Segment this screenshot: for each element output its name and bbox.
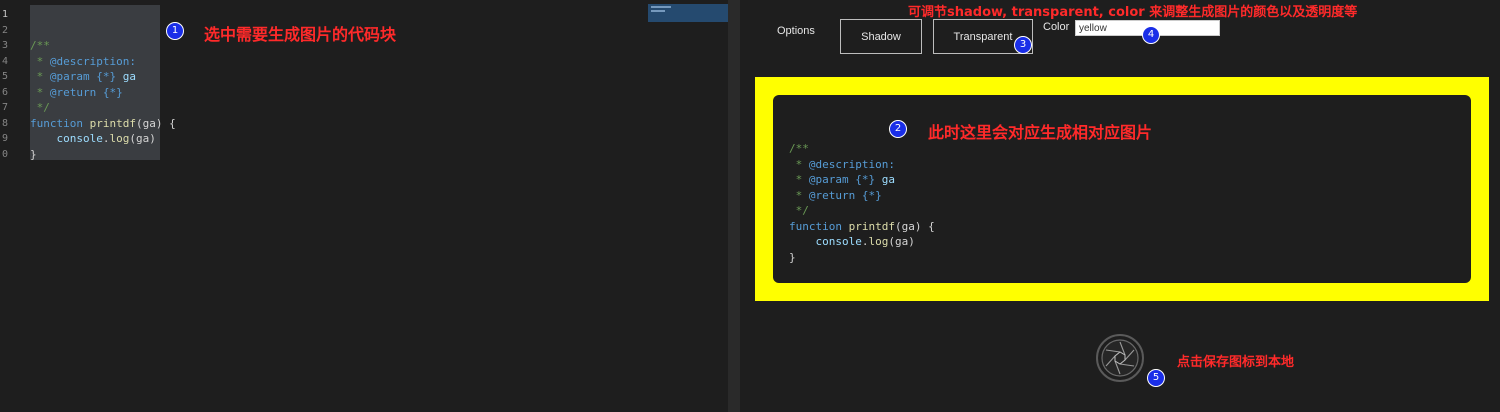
preview-code-line: /** [789, 142, 809, 155]
preview-code-line: * @return {*} [789, 188, 882, 202]
preview-code-line: */ [789, 204, 809, 217]
step-badge-4: 4 [1142, 26, 1160, 44]
camera-shutter-icon[interactable] [1095, 333, 1145, 383]
code-line[interactable]: */ [30, 100, 50, 116]
line-number-gutter: 1 2 3 4 5 6 7 8 9 0 [0, 0, 24, 412]
line-number: 6 [2, 86, 9, 98]
line-number: 4 [2, 55, 9, 67]
line-number: 7 [2, 102, 9, 113]
minimap[interactable] [648, 4, 728, 22]
annotation-adjust-options: 可调节shadow, transparent, color 来调整生成图片的颜色… [908, 5, 1358, 20]
line-number: 1 [2, 9, 9, 20]
preview-code-line: } [789, 250, 796, 264]
line-number: 9 [2, 133, 9, 144]
code-line[interactable]: console.log(ga) [30, 131, 156, 147]
code-editor[interactable]: 1 2 3 4 5 6 7 8 9 0 /** * @description: … [0, 0, 728, 412]
line-number: 0 [2, 148, 9, 160]
code-line[interactable]: * @return {*} [30, 85, 123, 101]
preview-code-line: * @param {*} ga [789, 173, 895, 186]
step-badge-3: 3 [1014, 36, 1032, 54]
step-badge-2: 2 [889, 120, 907, 138]
options-label: Options [777, 25, 815, 37]
line-number: 3 [2, 40, 9, 51]
preview-code-line: console.log(ga) [815, 235, 915, 248]
line-number: 5 [2, 71, 9, 82]
code-line[interactable]: } [30, 147, 37, 163]
preview-code-line: function printdf(ga) { [789, 219, 935, 233]
code-line[interactable]: * @param {*} ga [30, 69, 136, 85]
step-badge-1: 1 [166, 22, 184, 40]
editor-scrollbar[interactable] [728, 0, 740, 412]
annotation-preview: 此时这里会对应生成相对应图片 [928, 123, 1153, 142]
code-line[interactable]: /** [30, 38, 50, 54]
line-number: 2 [2, 24, 9, 36]
preview-code-line: * @description: [789, 157, 895, 171]
annotation-save: 点击保存图标到本地 [1177, 355, 1295, 370]
line-number: 8 [2, 117, 9, 129]
code-line[interactable]: * @description: [30, 54, 136, 70]
color-label: Color [1043, 21, 1070, 33]
code-line[interactable]: function printdf(ga) { [30, 116, 176, 132]
step-badge-5: 5 [1147, 369, 1165, 387]
shadow-button[interactable]: Shadow [840, 19, 922, 54]
annotation-select-code: 选中需要生成图片的代码块 [204, 25, 397, 44]
